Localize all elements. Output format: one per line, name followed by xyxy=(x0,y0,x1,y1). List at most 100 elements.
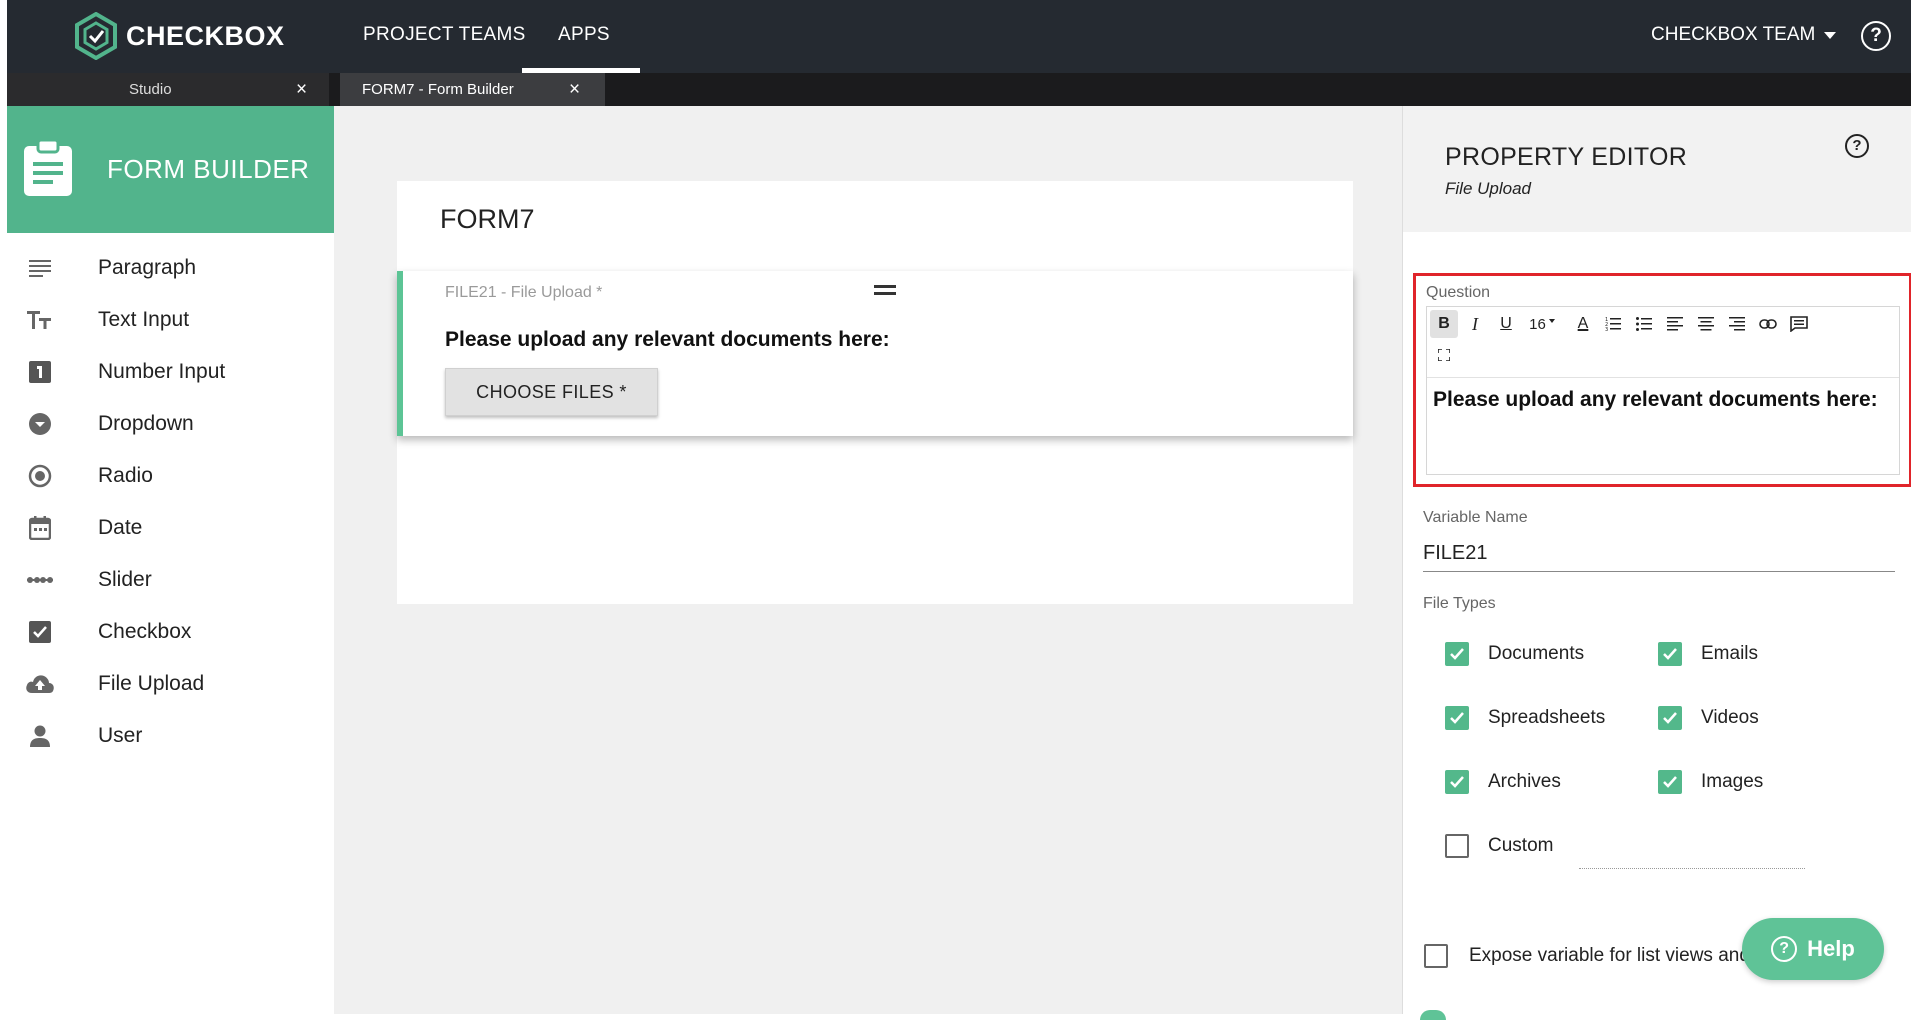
rich-text-editor[interactable]: B I U 16 A 123 Please upload any relevan… xyxy=(1426,306,1900,475)
palette-item-date[interactable]: Date xyxy=(7,500,334,556)
drag-handle-icon[interactable] xyxy=(874,285,896,295)
align-left-icon[interactable] xyxy=(1661,310,1689,338)
variable-name-label: Variable Name xyxy=(1423,509,1528,526)
italic-button[interactable]: I xyxy=(1461,310,1489,338)
paragraph-icon xyxy=(25,253,55,283)
form-canvas: FORM7 FILE21 - File Upload * Please uplo… xyxy=(334,106,1402,1014)
checkbox-checked-icon[interactable] xyxy=(1658,770,1682,794)
file-type-label: Spreadsheets xyxy=(1488,707,1606,728)
palette-item-number-input[interactable]: Number Input xyxy=(7,344,334,400)
radio-icon xyxy=(25,461,55,491)
file-types-label: File Types xyxy=(1423,595,1496,612)
variable-name-input[interactable]: FILE21 xyxy=(1423,536,1895,572)
property-editor-title: PROPERTY EDITOR xyxy=(1445,143,1688,171)
checkbox-unchecked-icon[interactable] xyxy=(1424,944,1448,968)
form-builder-header: FORM BUILDER xyxy=(7,106,334,233)
file-type-label: Emails xyxy=(1701,643,1759,664)
bullet-list-icon[interactable] xyxy=(1630,310,1658,338)
checkbox-checked-icon[interactable] xyxy=(1658,642,1682,666)
palette-item-text-input[interactable]: Text Input xyxy=(7,292,334,348)
property-editor-subtitle: File Upload xyxy=(1445,179,1531,198)
question-text-editor-content[interactable]: Please upload any relevant documents her… xyxy=(1433,385,1883,414)
caret-down-icon xyxy=(1548,319,1555,323)
file-type-label: Custom xyxy=(1488,835,1554,856)
palette-item-paragraph[interactable]: Paragraph xyxy=(7,240,334,296)
bold-button[interactable]: B xyxy=(1430,310,1458,338)
file-type-videos[interactable]: Videos xyxy=(1658,706,1759,730)
checkbox-logo[interactable]: CHECKBOX xyxy=(74,12,285,60)
font-size-dropdown[interactable]: 16 xyxy=(1525,310,1559,338)
palette-item-label: Paragraph xyxy=(98,256,197,279)
text-input-icon xyxy=(25,305,55,335)
file-type-label: Images xyxy=(1701,771,1764,792)
checkbox-checked-icon[interactable] xyxy=(1445,770,1469,794)
checkbox-logo-icon xyxy=(75,12,117,60)
palette-item-label: Number Input xyxy=(98,360,226,383)
comment-icon[interactable] xyxy=(1785,310,1813,338)
ordered-list-icon[interactable]: 123 xyxy=(1599,310,1627,338)
team-menu-dropdown[interactable]: CHECKBOX TEAM xyxy=(1651,24,1837,46)
property-editor-panel: PROPERTY EDITOR File Upload ? Question B… xyxy=(1402,106,1911,1014)
palette-item-file-upload[interactable]: File Upload xyxy=(7,656,334,712)
palette-item-label: Date xyxy=(98,516,143,539)
nav-project-teams[interactable]: PROJECT TEAMS xyxy=(363,24,526,46)
logo-text: CHECKBOX xyxy=(126,20,285,51)
palette-item-label: User xyxy=(98,724,143,747)
question-card-selected[interactable]: FILE21 - File Upload * Please upload any… xyxy=(397,271,1353,436)
question-label: Question xyxy=(1426,284,1491,301)
calendar-icon xyxy=(25,513,55,543)
help-button-label: Help xyxy=(1807,936,1855,961)
align-right-icon[interactable] xyxy=(1723,310,1751,338)
palette-item-slider[interactable]: Slider xyxy=(7,552,334,608)
top-navigation-bar: CHECKBOX PROJECT TEAMS APPS CHECKBOX TEA… xyxy=(7,0,1911,73)
file-type-archives[interactable]: Archives xyxy=(1445,770,1561,794)
tab-studio-label: Studio xyxy=(129,81,172,98)
tab-form-builder-label: FORM7 - Form Builder xyxy=(362,81,514,98)
palette-item-user[interactable]: User xyxy=(7,708,334,764)
caret-down-icon xyxy=(1824,31,1837,39)
file-type-images[interactable]: Images xyxy=(1658,770,1763,794)
slider-icon xyxy=(25,565,55,595)
expose-variable-option[interactable]: Expose variable for list views and xyxy=(1424,944,1750,968)
help-button[interactable]: ? Help xyxy=(1742,918,1884,980)
help-icon[interactable]: ? xyxy=(1845,134,1869,158)
close-icon[interactable]: × xyxy=(296,79,307,101)
palette-item-label: Slider xyxy=(98,568,152,591)
user-icon xyxy=(25,721,55,751)
align-center-icon[interactable] xyxy=(1692,310,1720,338)
file-type-spreadsheets[interactable]: Spreadsheets xyxy=(1445,706,1605,730)
palette-item-label: Radio xyxy=(98,464,153,487)
checkbox-checked-icon[interactable] xyxy=(1445,642,1469,666)
font-color-button[interactable]: A xyxy=(1569,310,1597,338)
file-type-documents[interactable]: Documents xyxy=(1445,642,1584,666)
tab-studio[interactable]: Studio × xyxy=(7,73,329,106)
checkbox-checked-icon[interactable] xyxy=(1445,706,1469,730)
link-icon[interactable] xyxy=(1754,310,1782,338)
number-input-icon xyxy=(25,357,55,387)
close-icon[interactable]: × xyxy=(569,79,580,101)
checkbox-icon xyxy=(25,617,55,647)
rich-text-toolbar: B I U 16 A 123 xyxy=(1427,307,1899,377)
checkbox-checked-icon[interactable] xyxy=(1658,706,1682,730)
tab-form-builder[interactable]: FORM7 - Form Builder × xyxy=(340,73,605,106)
palette-item-label: Checkbox xyxy=(98,620,192,643)
toggle-switch-partial[interactable] xyxy=(1420,1010,1446,1020)
nav-apps[interactable]: APPS xyxy=(558,24,610,46)
file-type-emails[interactable]: Emails xyxy=(1658,642,1758,666)
palette-item-radio[interactable]: Radio xyxy=(7,448,334,504)
property-editor-header: PROPERTY EDITOR File Upload ? xyxy=(1403,106,1911,232)
file-type-label: Videos xyxy=(1701,707,1759,728)
fullscreen-icon[interactable] xyxy=(1430,341,1458,369)
question-variable-meta: FILE21 - File Upload * xyxy=(445,284,603,301)
help-icon[interactable]: ? xyxy=(1861,21,1891,51)
choose-files-button[interactable]: CHOOSE FILES * xyxy=(445,368,658,416)
underline-button[interactable]: U xyxy=(1492,310,1520,338)
custom-extension-input[interactable] xyxy=(1579,868,1805,869)
toolbar-divider xyxy=(1427,377,1899,378)
question-circle-icon: ? xyxy=(1771,936,1798,962)
form-card: FORM7 FILE21 - File Upload * Please uplo… xyxy=(397,181,1353,604)
file-type-custom[interactable]: Custom xyxy=(1445,834,1553,858)
palette-item-dropdown[interactable]: Dropdown xyxy=(7,396,334,452)
checkbox-unchecked-icon[interactable] xyxy=(1445,834,1469,858)
palette-item-checkbox[interactable]: Checkbox xyxy=(7,604,334,660)
